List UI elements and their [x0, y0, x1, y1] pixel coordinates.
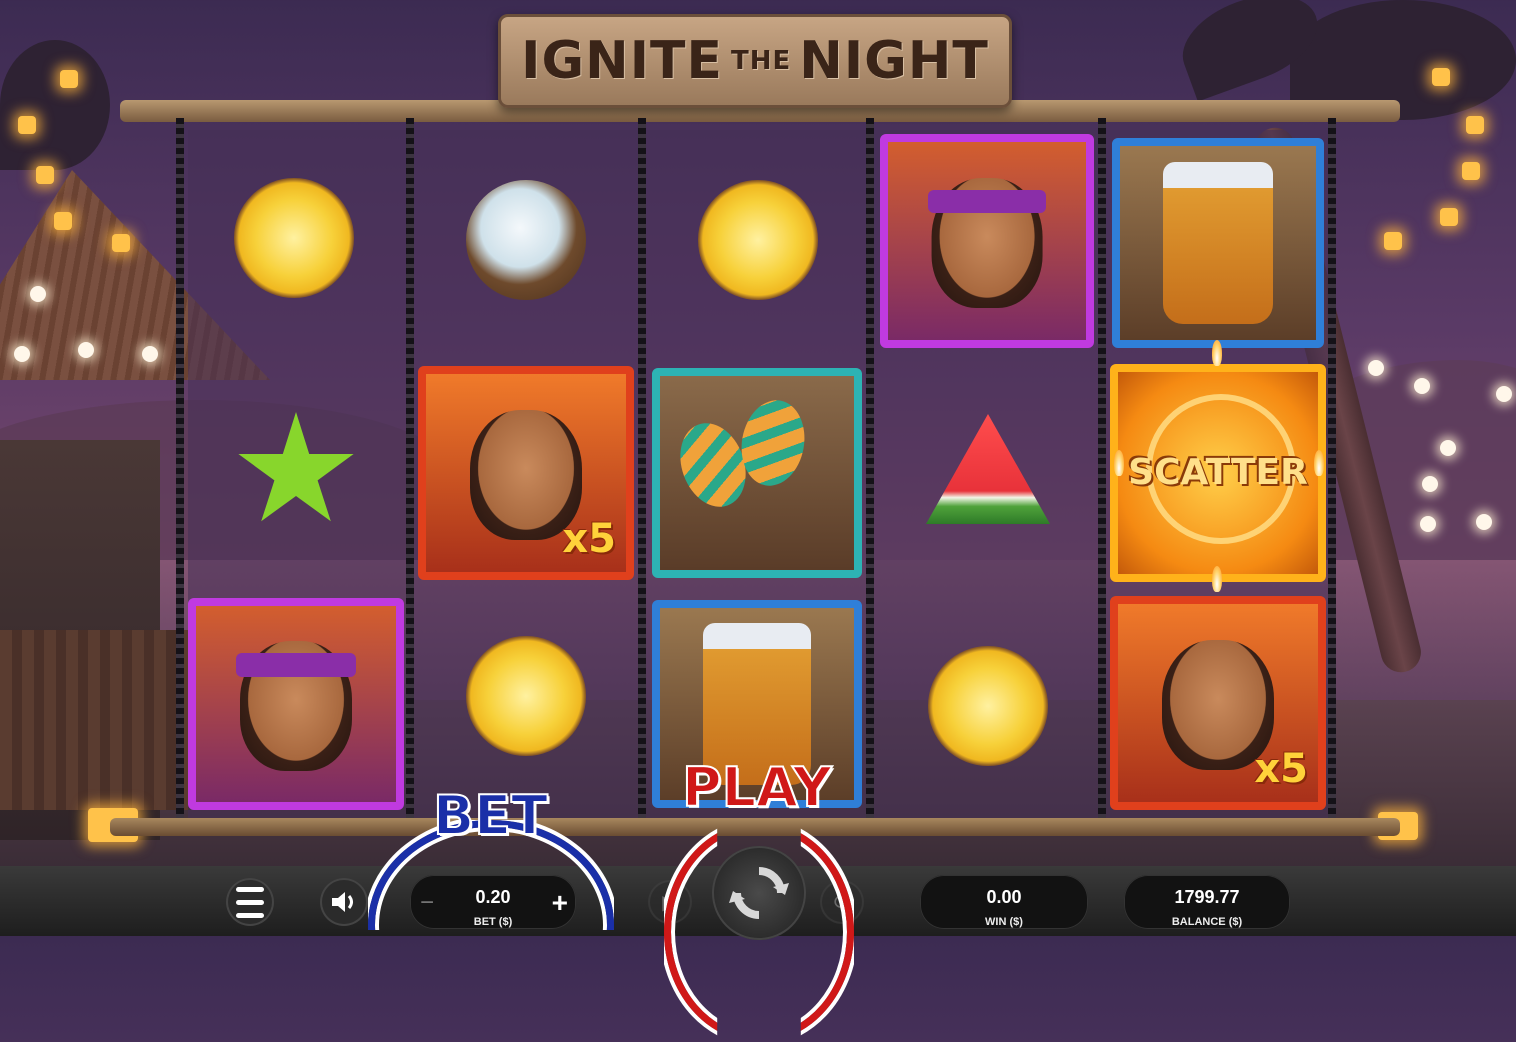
lantern — [1384, 232, 1402, 250]
multiplier-badge: x5 — [1254, 746, 1308, 792]
lantern — [112, 234, 130, 252]
string-light-bulb — [1368, 360, 1384, 376]
flame-icon — [1212, 566, 1222, 592]
lantern — [1466, 116, 1484, 134]
play-overlay-label: PLAY — [681, 755, 833, 820]
hut-bar — [0, 630, 190, 810]
string-light-bulb — [1420, 516, 1436, 532]
bet-overlay-label: BET — [432, 783, 549, 848]
reel-chain — [176, 118, 184, 818]
man-symbol — [188, 598, 404, 810]
woman-symbol: x5 — [1110, 596, 1326, 810]
drum-symbol — [1112, 138, 1324, 348]
man-symbol — [880, 134, 1094, 348]
pineapple-symbol — [928, 646, 1048, 766]
balance-label: BALANCE ($) — [1171, 916, 1243, 928]
game-logo: IGNITE THE NIGHT — [498, 14, 1012, 108]
woman-symbol: x5 — [418, 366, 634, 580]
string-light-bulb — [14, 346, 30, 362]
scatter-symbol: SCATTER — [1110, 364, 1326, 582]
menu-button[interactable] — [226, 878, 274, 926]
bandana — [927, 189, 1047, 214]
pineapple-symbol — [466, 636, 586, 756]
reel-chain — [1098, 118, 1106, 818]
logo-word-2: THE — [731, 46, 792, 76]
bet-highlight-ring — [368, 820, 614, 930]
string-light-bulb — [142, 346, 158, 362]
string-light-bulb — [78, 342, 94, 358]
flame-icon — [1114, 450, 1124, 476]
multiplier-badge: x5 — [562, 516, 616, 562]
lantern — [60, 70, 78, 88]
bamboo-frame-bottom — [110, 818, 1400, 836]
menu-icon-line — [236, 912, 264, 918]
control-bar: − 0.20 BET ($) + ▶ ⟳ 0.00 WIN ($) 1799.7… — [0, 846, 1516, 940]
string-light-bulb — [1476, 514, 1492, 530]
balance-display: 1799.77 BALANCE ($) — [1124, 875, 1290, 929]
maracas-symbol — [652, 368, 862, 578]
string-light-bulb — [1440, 440, 1456, 456]
win-value: 0.00 — [986, 887, 1022, 907]
lantern — [36, 166, 54, 184]
scatter-label: SCATTER — [1128, 452, 1308, 493]
reel-chain — [1328, 118, 1336, 818]
drum-icon — [1163, 161, 1273, 325]
lantern — [54, 212, 72, 230]
menu-icon-line — [236, 899, 264, 905]
maraca-icon — [735, 395, 811, 491]
logo-word-3: NIGHT — [799, 31, 989, 91]
bandana — [236, 653, 356, 677]
reel-chain — [638, 118, 646, 818]
coconut-symbol — [466, 180, 586, 300]
speaker-icon — [332, 892, 353, 912]
spin-arrows-icon — [729, 867, 789, 919]
lantern — [18, 116, 36, 134]
reel-chain — [866, 118, 874, 818]
string-light-bulb — [1496, 386, 1512, 402]
lantern — [1462, 162, 1480, 180]
string-light-bulb — [1414, 378, 1430, 394]
win-display: 0.00 WIN ($) — [920, 875, 1088, 929]
palm-leaf — [0, 40, 110, 170]
flame-icon — [1314, 450, 1324, 476]
sound-button[interactable] — [320, 878, 368, 926]
reel-chain — [406, 118, 414, 818]
pineapple-symbol — [698, 180, 818, 300]
string-light-bulb — [30, 286, 46, 302]
lantern — [1432, 68, 1450, 86]
spin-button[interactable] — [712, 846, 806, 940]
win-label: WIN ($) — [985, 916, 1023, 928]
balance-value: 1799.77 — [1174, 887, 1240, 907]
menu-icon-line — [236, 886, 264, 892]
logo-word-1: IGNITE — [521, 31, 724, 91]
pineapple-symbol — [234, 178, 354, 298]
lantern — [1440, 208, 1458, 226]
flame-icon — [1212, 340, 1222, 366]
string-light-bulb — [1422, 476, 1438, 492]
